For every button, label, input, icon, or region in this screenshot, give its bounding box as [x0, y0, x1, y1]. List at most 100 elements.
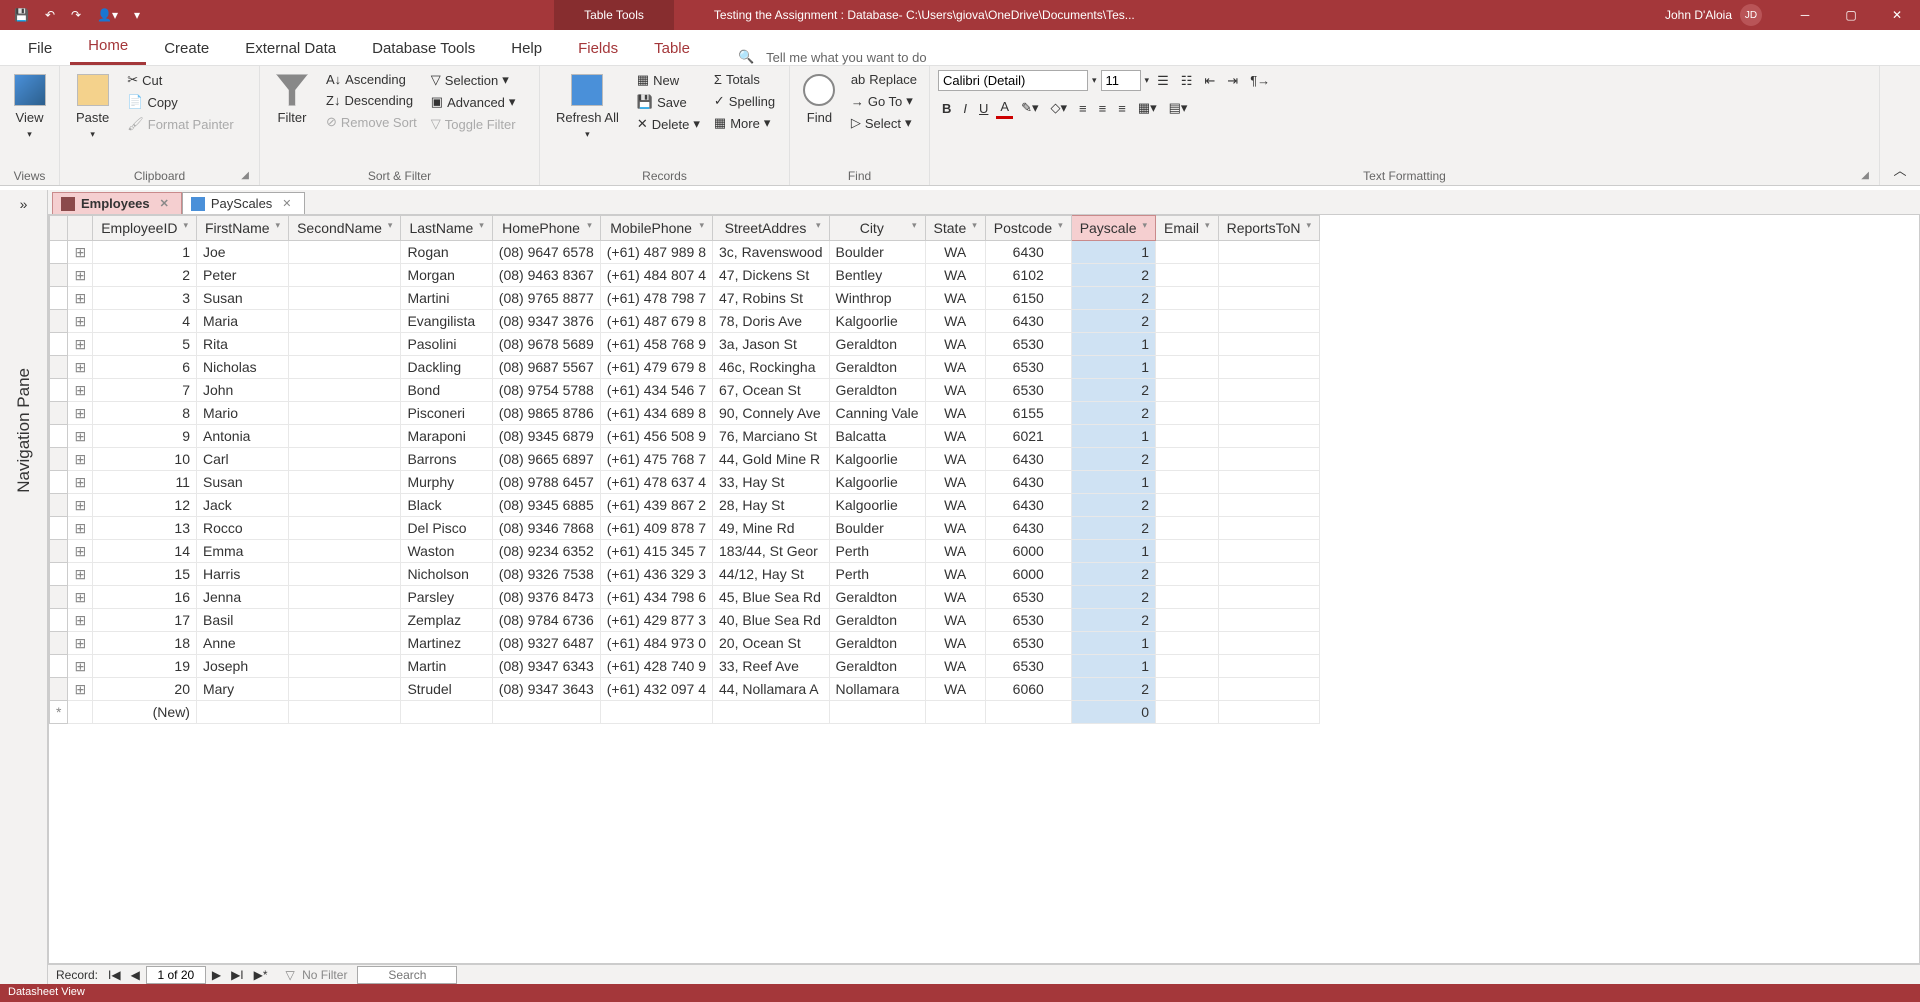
row-selector[interactable] [50, 356, 68, 379]
cell-employeeid[interactable]: 1 [93, 241, 197, 264]
cell-secondname[interactable] [289, 563, 401, 586]
row-selector[interactable] [50, 333, 68, 356]
cell-firstname[interactable]: Mario [196, 402, 288, 425]
user-avatar[interactable]: JD [1740, 4, 1762, 26]
cell-firstname[interactable]: Susan [196, 287, 288, 310]
cell-homephone[interactable]: (08) 9754 5788 [492, 379, 600, 402]
filter-button[interactable]: Filter [268, 70, 316, 129]
row-selector[interactable] [50, 632, 68, 655]
tab-fields[interactable]: Fields [560, 32, 636, 65]
cell-email[interactable] [1156, 494, 1219, 517]
selection-button[interactable]: ▽ Selection ▾ [427, 70, 520, 90]
row-selector[interactable] [50, 264, 68, 287]
cell-mobilephone[interactable]: (+61) 436 329 3 [600, 563, 712, 586]
cell-employeeid[interactable]: 15 [93, 563, 197, 586]
table-row[interactable]: ⊞ 1 Joe Rogan (08) 9647 6578 (+61) 487 9… [50, 241, 1320, 264]
tab-table[interactable]: Table [636, 32, 708, 65]
cell-city[interactable]: Kalgoorlie [829, 310, 925, 333]
new-row-indicator[interactable]: * [50, 701, 68, 724]
cell-state[interactable]: WA [925, 425, 985, 448]
numbering-icon[interactable]: ☷ [1177, 70, 1197, 91]
cell-payscale[interactable]: 1 [1071, 540, 1155, 563]
cell-employeeid[interactable]: 18 [93, 632, 197, 655]
cell-employeeid[interactable]: 8 [93, 402, 197, 425]
row-selector[interactable] [50, 655, 68, 678]
cell-postcode[interactable]: 6000 [985, 563, 1071, 586]
row-selector[interactable] [50, 609, 68, 632]
cell-firstname[interactable]: Joseph [196, 655, 288, 678]
cell-streetaddress[interactable]: 76, Marciano St [713, 425, 830, 448]
column-dropdown-icon[interactable]: ▾ [972, 220, 977, 231]
cell-postcode[interactable]: 6000 [985, 540, 1071, 563]
cell-secondname[interactable] [289, 310, 401, 333]
cell-payscale[interactable]: 1 [1071, 425, 1155, 448]
cell-mobilephone[interactable]: (+61) 456 508 9 [600, 425, 712, 448]
cell-secondname[interactable] [289, 540, 401, 563]
cell-payscale[interactable]: 2 [1071, 264, 1155, 287]
cell-payscale[interactable]: 2 [1071, 402, 1155, 425]
cell-postcode[interactable]: 6430 [985, 517, 1071, 540]
cell-streetaddress[interactable]: 46c, Rockingha [713, 356, 830, 379]
cell-postcode[interactable]: 6102 [985, 264, 1071, 287]
record-position-input[interactable] [146, 966, 206, 984]
cell-city[interactable]: Geraldton [829, 379, 925, 402]
close-tab-icon[interactable]: ✕ [278, 197, 295, 210]
cell-payscale[interactable]: 2 [1071, 310, 1155, 333]
filter-indicator[interactable]: ▽ No Filter [282, 968, 356, 982]
cell-lastname[interactable]: Martin [401, 655, 492, 678]
select-all[interactable] [50, 216, 68, 241]
cell-mobilephone[interactable]: (+61) 487 989 8 [600, 241, 712, 264]
cell-lastname[interactable]: Waston [401, 540, 492, 563]
cell-reportsto[interactable] [1218, 471, 1319, 494]
cell-city[interactable]: Geraldton [829, 609, 925, 632]
cell-postcode[interactable]: 6021 [985, 425, 1071, 448]
column-dropdown-icon[interactable]: ▾ [183, 220, 188, 231]
cell-payscale[interactable]: 1 [1071, 241, 1155, 264]
cell-homephone[interactable]: (08) 9345 6879 [492, 425, 600, 448]
cell-firstname[interactable]: Harris [196, 563, 288, 586]
cell-postcode[interactable]: 6430 [985, 241, 1071, 264]
column-dropdown-icon[interactable]: ▾ [1307, 220, 1312, 231]
cell-secondname[interactable] [289, 264, 401, 287]
format-painter-button[interactable]: 🖌 Format Painter [123, 114, 238, 134]
expand-icon[interactable]: ⊞ [68, 264, 93, 287]
cell-postcode[interactable]: 6430 [985, 310, 1071, 333]
cell-city[interactable]: Boulder [829, 241, 925, 264]
table-row[interactable]: ⊞ 11 Susan Murphy (08) 9788 6457 (+61) 4… [50, 471, 1320, 494]
cell-email[interactable] [1156, 563, 1219, 586]
tab-file[interactable]: File [10, 32, 70, 65]
expand-icon[interactable]: ⊞ [68, 609, 93, 632]
cell-reportsto[interactable] [1218, 494, 1319, 517]
cell-lastname[interactable]: Evangilista [401, 310, 492, 333]
cell-secondname[interactable] [289, 448, 401, 471]
cell-city[interactable]: Canning Vale [829, 402, 925, 425]
cell-postcode[interactable]: 6530 [985, 586, 1071, 609]
cell-state[interactable]: WA [925, 494, 985, 517]
cell-firstname[interactable]: Nicholas [196, 356, 288, 379]
cell-payscale[interactable]: 2 [1071, 448, 1155, 471]
advanced-button[interactable]: ▣ Advanced ▾ [427, 92, 520, 112]
cell-city[interactable]: Geraldton [829, 356, 925, 379]
cell-homephone[interactable]: (08) 9376 8473 [492, 586, 600, 609]
cell-lastname[interactable]: Martini [401, 287, 492, 310]
cell-mobilephone[interactable]: (+61) 478 798 7 [600, 287, 712, 310]
cell-homephone[interactable]: (08) 9234 6352 [492, 540, 600, 563]
expand-icon[interactable]: ⊞ [68, 448, 93, 471]
find-button[interactable]: Find [798, 70, 841, 129]
cell-firstname[interactable]: Mary [196, 678, 288, 701]
tab-help[interactable]: Help [493, 32, 560, 65]
cell-state[interactable]: WA [925, 586, 985, 609]
row-selector[interactable] [50, 540, 68, 563]
cell-streetaddress[interactable]: 90, Connely Ave [713, 402, 830, 425]
cell-secondname[interactable] [289, 517, 401, 540]
cell-streetaddress[interactable]: 183/44, St Geor [713, 540, 830, 563]
table-row[interactable]: ⊞ 18 Anne Martinez (08) 9327 6487 (+61) … [50, 632, 1320, 655]
cell-payscale[interactable]: 2 [1071, 586, 1155, 609]
cell-reportsto[interactable] [1218, 310, 1319, 333]
spelling-button[interactable]: ✓ Spelling [710, 91, 779, 111]
cell-reportsto[interactable] [1218, 678, 1319, 701]
expand-icon[interactable]: ⊞ [68, 517, 93, 540]
cell-firstname[interactable]: Joe [196, 241, 288, 264]
cell-mobilephone[interactable]: (+61) 478 637 4 [600, 471, 712, 494]
cell-firstname[interactable]: Anne [196, 632, 288, 655]
